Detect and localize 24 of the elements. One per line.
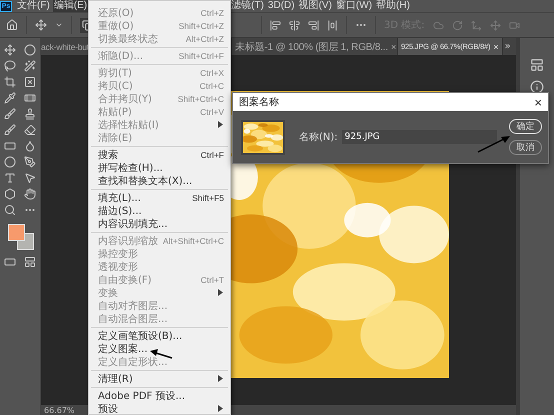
close-icon[interactable]: ×: [390, 42, 396, 52]
zoom-level: 66.67%: [44, 406, 75, 414]
menu-item[interactable]: 拼写检查(H)...: [89, 161, 230, 174]
menu-item[interactable]: 定义画笔预设(B)...: [89, 329, 230, 342]
close-button[interactable]: ×: [534, 96, 542, 108]
menu-item[interactable]: 填充(L)... Shift+F5: [89, 191, 230, 204]
cancel-button[interactable]: 取消: [509, 140, 542, 155]
menu-item[interactable]: 定义图案...: [89, 342, 230, 355]
ok-button[interactable]: 确定: [509, 119, 542, 134]
document-tab[interactable]: 未标题-1 @ 100% (图层 1, RGB/8... ×: [232, 38, 398, 55]
menu-item[interactable]: 描边(S)...: [89, 204, 230, 217]
overflow-button[interactable]: »: [502, 41, 513, 52]
menu-item[interactable]: 编辑(E): [52, 0, 88, 12]
menu-item[interactable]: 帮助(H): [375, 0, 411, 12]
menu-item[interactable]: Adobe PDF 预设...: [89, 389, 230, 402]
menu-item[interactable]: 内容识别填充...: [89, 217, 230, 230]
menu-item[interactable]: 查找和替换文本(X)...: [89, 174, 230, 187]
menu-item[interactable]: 3D(D): [266, 0, 296, 12]
menu-item[interactable]: 视图(V): [298, 0, 333, 12]
close-icon[interactable]: ×: [493, 42, 499, 52]
menu-item[interactable]: 清理(R): [89, 372, 230, 385]
menu-item[interactable]: 滤镜(T): [230, 0, 265, 12]
menu-item[interactable]: 搜索 Ctrl+F: [89, 148, 230, 161]
menu-item[interactable]: 预设: [89, 402, 230, 414]
